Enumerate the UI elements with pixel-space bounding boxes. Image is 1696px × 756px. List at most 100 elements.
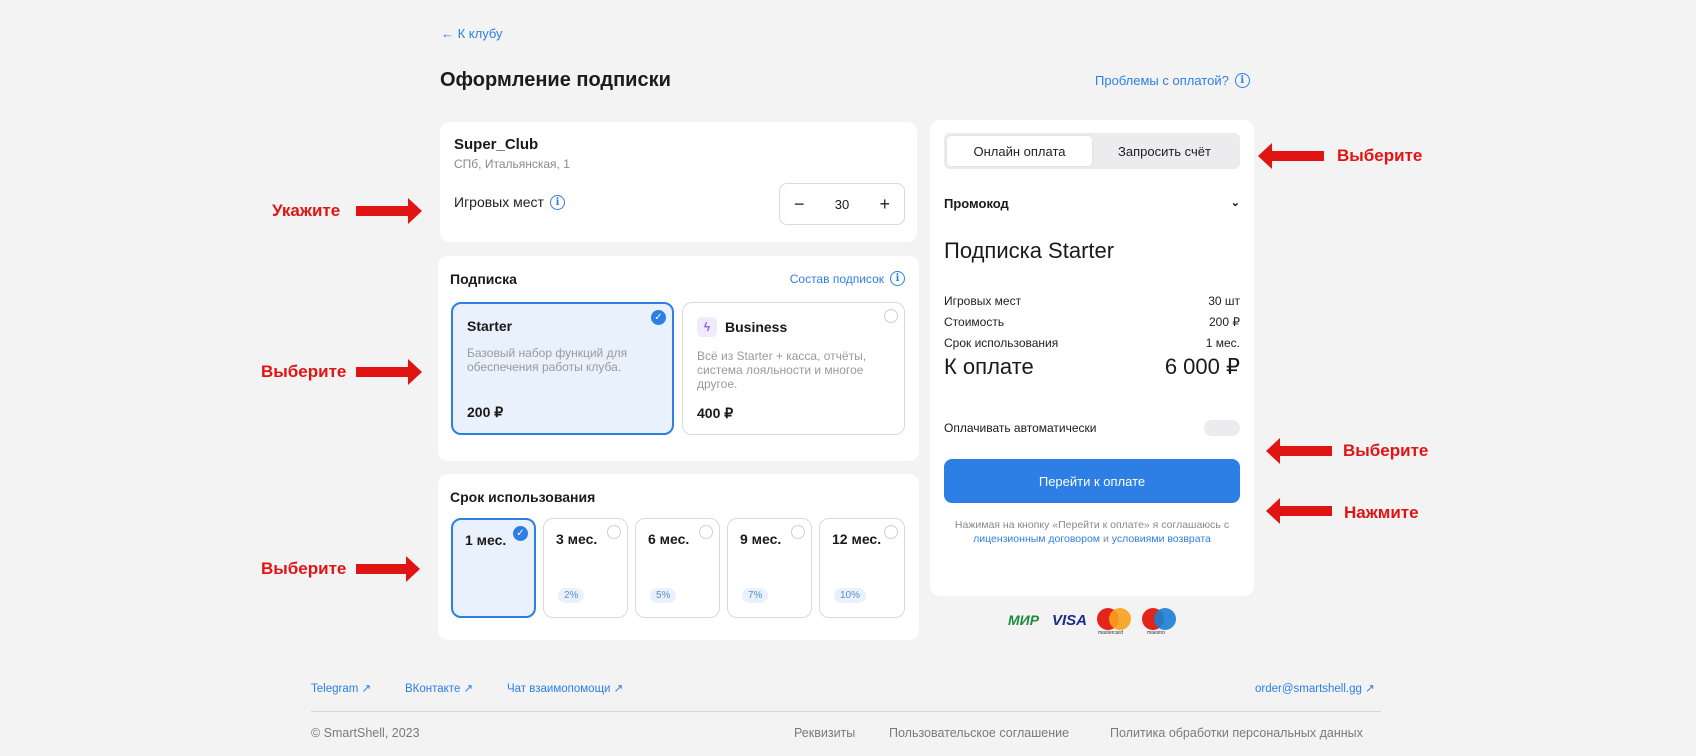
- term-option-1[interactable]: ✓ 1 мес.: [451, 518, 536, 618]
- composition-link-label: Состав подписок: [789, 271, 884, 286]
- annotation-choose-auto: Выберите: [1343, 441, 1429, 460]
- club-card: Super_Club СПб, Итальянская, 1 Игровых м…: [440, 122, 917, 242]
- term-label: 12 мес.: [832, 531, 882, 547]
- auto-pay-label: Оплачивать автоматически: [944, 421, 1097, 435]
- arrow-head: [408, 359, 422, 385]
- footer-divider: [311, 711, 1381, 712]
- seats-label: Игровых мест i: [454, 194, 565, 210]
- total-value: 6 000 ₽: [1164, 354, 1240, 379]
- copyright: © SmartShell, 2023: [311, 726, 420, 740]
- summary-row: Срок использования 1 мес.: [944, 336, 1240, 350]
- payment-problems-link[interactable]: Проблемы с оплатой? i: [1095, 73, 1250, 88]
- discount-badge: 7%: [742, 588, 769, 603]
- info-icon[interactable]: i: [549, 194, 565, 210]
- summary-title: Подписка Starter: [944, 238, 1115, 263]
- go-to-payment-button[interactable]: Перейти к оплате: [944, 459, 1240, 503]
- row-label: Срок использования: [944, 336, 1059, 350]
- row-value: 1 мес.: [1205, 336, 1240, 350]
- total-row: К оплате 6 000 ₽: [944, 354, 1240, 380]
- term-option-9[interactable]: 9 мес. 7%: [727, 518, 812, 618]
- maestro-label: maestro: [1147, 630, 1166, 636]
- arrow-right: [356, 367, 408, 377]
- tab-online-payment[interactable]: Онлайн оплата: [947, 136, 1092, 166]
- payment-problems-label: Проблемы с оплатой?: [1095, 73, 1229, 88]
- plan-description: Всё из Starter + касса, отчёты, система …: [697, 349, 867, 391]
- summary-row: Игровых мест 30 шт: [944, 294, 1240, 308]
- info-icon: i: [890, 271, 905, 286]
- plan-business[interactable]: ϟ Business Всё из Starter + касса, отчёты…: [682, 302, 905, 435]
- annotation-specify: Укажите: [272, 201, 341, 220]
- subscription-composition-link[interactable]: Состав подписок i: [790, 271, 905, 286]
- telegram-link[interactable]: Telegram ↗: [311, 681, 371, 695]
- privacy-policy-link[interactable]: Политика обработки персональных данных: [1110, 726, 1363, 740]
- term-heading: Срок использования: [450, 489, 596, 505]
- club-address: СПб, Итальянская, 1: [454, 157, 570, 171]
- chevron-down-icon: ⌄: [1230, 197, 1240, 209]
- annotation-choose-method: Выберите: [1337, 146, 1423, 165]
- seats-stepper[interactable]: − 30 +: [779, 183, 905, 225]
- arrow-head: [408, 198, 422, 224]
- radio-icon: [884, 309, 898, 323]
- visa-logo: VISA: [1052, 611, 1088, 629]
- discount-badge: 2%: [558, 588, 585, 603]
- checkmark-icon: ✓: [513, 526, 528, 541]
- plus-button[interactable]: +: [879, 194, 890, 215]
- back-link[interactable]: ← К клубу: [441, 26, 503, 41]
- discount-badge: 10%: [834, 588, 867, 603]
- agreement-note: Нажимая на кнопку «Перейти к оплате» я с…: [944, 518, 1240, 546]
- subscription-card: Подписка Состав подписок i ✓ Starter Баз…: [438, 256, 919, 461]
- plan-price: 200 ₽: [467, 404, 504, 420]
- requisites-link[interactable]: Реквизиты: [794, 726, 855, 740]
- mastercard-logo: mastercard: [1095, 606, 1133, 636]
- arrow-right: [356, 564, 406, 574]
- payment-card: Онлайн оплата Запросить счёт Промокод ⌄ …: [930, 120, 1254, 596]
- help-chat-link[interactable]: Чат взаимопомощи ↗: [507, 681, 623, 695]
- arrow-head: [1258, 143, 1272, 169]
- user-agreement-link[interactable]: Пользовательское соглашение: [889, 726, 1069, 740]
- summary-row: Стоимость 200 ₽: [944, 315, 1240, 329]
- row-value: 30 шт: [1208, 294, 1240, 308]
- plan-starter[interactable]: ✓ Starter Базовый набор функций для обес…: [451, 302, 674, 435]
- note-and: и: [1102, 533, 1109, 545]
- total-label: К оплате: [944, 354, 1034, 379]
- annotation-choose-term: Выберите: [261, 559, 347, 578]
- note-text: Нажимая на кнопку «Перейти к оплате» я с…: [954, 519, 1230, 531]
- arrow-head: [1266, 498, 1280, 524]
- mastercard-label: mastercard: [1098, 630, 1124, 636]
- discount-badge: 5%: [650, 588, 677, 603]
- lightning-icon: ϟ: [697, 317, 717, 337]
- promo-code-toggle[interactable]: Промокод ⌄: [944, 196, 1240, 211]
- vkontakte-link[interactable]: ВКонтакте ↗: [405, 681, 473, 695]
- arrow-left: [1280, 506, 1332, 516]
- plan-description: Базовый набор функций для обеспечения ра…: [467, 346, 628, 374]
- annotation-press: Нажмите: [1344, 503, 1419, 522]
- club-name: Super_Club: [454, 136, 539, 153]
- row-value: 200 ₽: [1209, 315, 1240, 329]
- term-option-3[interactable]: 3 мес. 2%: [543, 518, 628, 618]
- radio-icon: [699, 525, 713, 539]
- radio-icon: [791, 525, 805, 539]
- page-title: Оформление подписки: [440, 69, 671, 91]
- arrow-left: [1280, 446, 1332, 456]
- auto-pay-toggle[interactable]: [1204, 420, 1240, 436]
- plan-price: 400 ₽: [697, 405, 734, 421]
- subscription-heading: Подписка: [450, 271, 517, 287]
- promo-label: Промокод: [944, 196, 1009, 211]
- arrow-left: [1272, 151, 1324, 161]
- auto-pay-row: Оплачивать автоматически: [944, 420, 1240, 436]
- info-icon: i: [1234, 73, 1250, 88]
- refund-terms-link[interactable]: условиями возврата: [1112, 533, 1211, 545]
- term-card: Срок использования ✓ 1 мес. 3 мес. 2% 6 …: [438, 474, 919, 640]
- seats-label-text: Игровых мест: [454, 194, 544, 210]
- mir-logo: МИР: [1008, 612, 1040, 628]
- email-link[interactable]: order@smartshell.gg ↗: [1255, 681, 1375, 695]
- term-option-12[interactable]: 12 мес. 10%: [819, 518, 905, 618]
- license-agreement-link[interactable]: лицензионным договором: [973, 533, 1100, 545]
- minus-button[interactable]: −: [794, 194, 805, 215]
- checkmark-icon: ✓: [651, 310, 666, 325]
- seats-value[interactable]: 30: [835, 197, 849, 212]
- term-option-6[interactable]: 6 мес. 5%: [635, 518, 720, 618]
- radio-icon: [607, 525, 621, 539]
- row-label: Стоимость: [944, 315, 1005, 329]
- tab-request-invoice[interactable]: Запросить счёт: [1092, 136, 1237, 166]
